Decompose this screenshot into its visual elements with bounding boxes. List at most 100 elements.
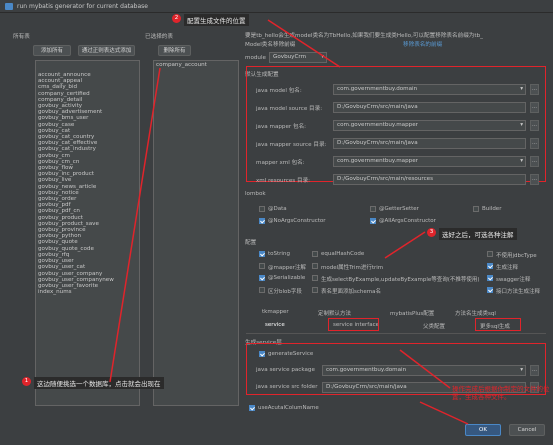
- lombok-checkbox[interactable]: [259, 206, 265, 212]
- config-checkbox[interactable]: [487, 287, 493, 293]
- tabs-divider: [246, 333, 546, 334]
- window-title: run mybatis generator for current databa…: [17, 3, 148, 10]
- config-checkbox-label: 生成selectByExample,updateByExample等查询(不推荐…: [321, 277, 480, 283]
- browse-button[interactable]: …: [530, 174, 539, 185]
- lombok-checkbox-label: @AllArgsConstructor: [379, 218, 436, 224]
- tab-row1[interactable]: tkmapper: [262, 309, 289, 315]
- add-all-button[interactable]: 添加所有: [33, 45, 71, 56]
- top-note: 要是tb_hello会生成model类名为TbHello,如果我们要生成类Hel…: [245, 33, 483, 39]
- config-checkbox[interactable]: [312, 287, 318, 293]
- browse-button[interactable]: …: [530, 120, 539, 131]
- browse-button[interactable]: …: [530, 138, 539, 149]
- field-label: mapper xml 包名:: [256, 160, 305, 166]
- service-field-label: java service src folder: [256, 384, 318, 390]
- app-icon: [5, 3, 13, 10]
- browse-button[interactable]: …: [530, 102, 539, 113]
- lombok-checkbox[interactable]: [259, 218, 265, 224]
- chevron-down-icon: ▾: [520, 86, 523, 92]
- table-list-item[interactable]: index_nums: [36, 289, 139, 295]
- annotation-2: 配置生成文件的位置: [184, 14, 249, 26]
- cancel-button[interactable]: Cancel: [509, 424, 545, 436]
- annotation-arrow-4b: [419, 401, 469, 425]
- config-checkbox[interactable]: [259, 263, 265, 269]
- chevron-down-icon: ▾: [520, 158, 523, 164]
- config-checkbox-label: 不使用jdbcType: [496, 253, 537, 259]
- field-value: com.governmentbuy.mapper: [337, 122, 418, 128]
- config-checkbox[interactable]: [312, 251, 318, 257]
- field-value: D:/GovbuyCrm/src/main/java: [337, 140, 418, 146]
- path-input[interactable]: D:/GovbuyCrm/src/main/java: [333, 102, 526, 113]
- path-input[interactable]: D:/GovbuyCrm/src/main/resources: [333, 174, 526, 185]
- lombok-section-label: lombok: [245, 191, 266, 197]
- config-section-label: 配置: [245, 240, 257, 246]
- tab-row2[interactable]: service: [265, 322, 285, 328]
- tab-row1[interactable]: 定制默认方法: [318, 309, 351, 317]
- lombok-checkbox-label: @NoArgsConstructor: [268, 218, 326, 224]
- field-label: java mapper 包名:: [256, 124, 307, 130]
- selected-tables-label: 已选择的表: [145, 34, 173, 40]
- config-checkbox[interactable]: [487, 251, 493, 257]
- service-package-select[interactable]: com.governmentbuy.domain ▾: [322, 365, 526, 376]
- service-field-value: D:/GovbuyCrm/src/main/java: [326, 384, 407, 390]
- config-checkbox-label: equalHashCode: [321, 251, 365, 257]
- browse-button[interactable]: …: [530, 156, 539, 167]
- lombok-checkbox-label: Builder: [482, 206, 502, 212]
- field-value: com.governmentbuy.domain: [337, 86, 418, 92]
- config-checkbox-label: 区分blob字段: [268, 289, 302, 295]
- use-actual-column-checkbox[interactable]: [249, 405, 255, 411]
- config-checkbox-label: 生成注释: [496, 265, 519, 271]
- generate-service-checkbox[interactable]: [259, 351, 265, 357]
- config-checkbox[interactable]: [487, 275, 493, 281]
- config-checkbox[interactable]: [312, 263, 318, 269]
- config-checkbox-label: swagger注释: [496, 277, 531, 283]
- ok-button[interactable]: OK: [465, 424, 501, 436]
- lombok-checkbox[interactable]: [473, 206, 479, 212]
- lombok-checkbox[interactable]: [370, 218, 376, 224]
- config-checkbox-label: 表名里面添加schema名: [321, 289, 381, 295]
- remove-prefix-link[interactable]: 移除表名的前缀: [403, 40, 442, 48]
- service-field-value: com.governmentbuy.domain: [326, 367, 407, 373]
- annotation-box-service-tab: [328, 318, 379, 331]
- field-label: java model source 目录:: [256, 106, 323, 112]
- config-checkbox-label: model属性Trim进行trim: [321, 265, 384, 271]
- browse-button[interactable]: …: [530, 84, 539, 95]
- annotation-3: 选好之后，可选各种注解: [439, 228, 517, 240]
- module-select[interactable]: GovbuyCrm ▾: [269, 52, 327, 63]
- add-by-regex-button[interactable]: 通过正则表达式添加: [78, 45, 135, 56]
- package-select[interactable]: com.governmentbuy.domain ▾: [333, 84, 526, 95]
- all-tables-list[interactable]: account_announce account_appeal cms_daily_…: [35, 60, 140, 406]
- selected-table-item[interactable]: company_account: [154, 62, 238, 68]
- field-label: java mapper source 目录:: [256, 142, 327, 148]
- chevron-down-icon: ▾: [321, 54, 324, 60]
- lombok-checkbox-label: @Data: [268, 206, 287, 212]
- annotation-4: 操作完成后根据你制定的文件的位置，生成各种文件。: [452, 385, 550, 401]
- all-tables-label: 所有表: [13, 34, 30, 40]
- tab-row1[interactable]: 方法名生成类sql: [455, 309, 496, 317]
- use-actual-column-label: useAcutalColumName: [258, 405, 319, 411]
- remove-all-button[interactable]: 删除所有: [158, 45, 191, 56]
- selected-tables-list[interactable]: company_account: [153, 60, 239, 406]
- package-select[interactable]: com.governmentbuy.mapper ▾: [333, 156, 526, 167]
- config-checkbox[interactable]: [487, 263, 493, 269]
- lombok-checkbox[interactable]: [370, 206, 376, 212]
- window-titlebar: run mybatis generator for current databa…: [0, 0, 553, 13]
- config-checkbox[interactable]: [312, 275, 318, 281]
- annotation-1: 这边随便挑选一个数据库，点击就会出现在: [34, 377, 164, 389]
- config-checkbox-label: 接口方法生成注释: [496, 289, 541, 295]
- annotation-badge-1: 1: [22, 377, 31, 386]
- package-select[interactable]: com.governmentbuy.mapper ▾: [333, 120, 526, 131]
- annotation-box-more-sql-tab: [475, 318, 521, 331]
- config-checkbox[interactable]: [259, 251, 265, 257]
- module-label: module: [245, 55, 266, 61]
- annotation-badge-2: 2: [172, 14, 181, 23]
- service-field-label: java service package: [256, 367, 315, 373]
- chevron-down-icon: ▾: [520, 122, 523, 128]
- model-prefix-label: Model类名移除前缀: [245, 42, 296, 48]
- config-checkbox[interactable]: [259, 275, 265, 281]
- field-label: xml resources 目录:: [256, 178, 311, 184]
- path-input[interactable]: D:/GovbuyCrm/src/main/java: [333, 138, 526, 149]
- config-checkbox[interactable]: [259, 287, 265, 293]
- browse-button[interactable]: …: [530, 365, 539, 376]
- tab-row1[interactable]: mybatisPlus配置: [390, 309, 434, 317]
- tab-row2[interactable]: 父类配置: [423, 322, 445, 330]
